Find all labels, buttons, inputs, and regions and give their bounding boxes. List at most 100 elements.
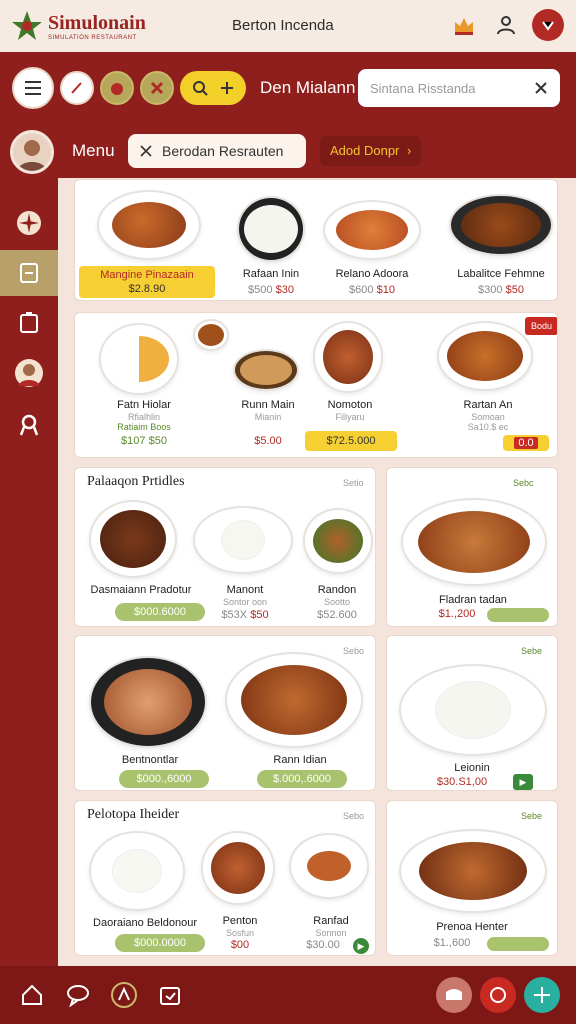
- home-icon[interactable]: [16, 979, 48, 1011]
- dish-price: $1.,600: [433, 937, 471, 949]
- dish-name: Randon: [317, 584, 357, 596]
- price-pill[interactable]: $000.0000: [115, 934, 205, 952]
- accent-chip-label: Adod Donpr: [330, 143, 400, 158]
- dish-image: [289, 833, 369, 899]
- cancel-icon[interactable]: [140, 71, 174, 105]
- user-icon[interactable]: [490, 9, 522, 41]
- section-more-link[interactable]: Sebc: [513, 478, 534, 488]
- dish-image: [89, 500, 177, 578]
- target-icon[interactable]: [480, 977, 516, 1013]
- page-title: Berton Incenda: [232, 17, 334, 34]
- price-pill[interactable]: $.000,.6000: [257, 770, 347, 788]
- sidebar-item-explore[interactable]: [0, 200, 58, 246]
- play-icon[interactable]: ▶: [513, 774, 533, 790]
- price-pill[interactable]: [487, 608, 549, 622]
- dish-image: [449, 194, 553, 256]
- content-area: Mangine Pinazaain $2.8.90 Rafaan Inin $5…: [58, 178, 576, 966]
- logo-name: Simulonain: [48, 11, 146, 34]
- featured-card[interactable]: Mangine Pinazaain $2.8.90 Rafaan Inin $5…: [74, 179, 558, 301]
- section-more-link[interactable]: Sebe: [521, 811, 542, 821]
- location-icon[interactable]: [108, 979, 140, 1011]
- dish-subtitle: Sontor oon: [222, 597, 268, 607]
- side-card[interactable]: Sebe Prenoa Henter $1.,600: [386, 800, 558, 956]
- close-icon[interactable]: [532, 9, 564, 41]
- crown-icon[interactable]: [448, 9, 480, 41]
- dish-image: [399, 664, 547, 756]
- sidebar-item-menu[interactable]: [0, 250, 58, 296]
- price-pill[interactable]: 0.0: [503, 435, 549, 451]
- dish-name: Nomoton: [327, 399, 373, 411]
- menu-label: Menu: [72, 141, 115, 160]
- dish-price: $5.00: [254, 435, 282, 447]
- filter-chip[interactable]: Berodan Resrauten: [128, 134, 306, 168]
- side-card[interactable]: Sebc Fladran tadan $1.,200: [386, 467, 558, 627]
- section-card[interactable]: Sebo Bentnontlar $000.,6000 Rann Idian $…: [74, 635, 376, 791]
- sparkle-icon[interactable]: [524, 977, 560, 1013]
- avatar[interactable]: [10, 130, 54, 174]
- side-card[interactable]: Sebe Leionin $30.S1,00 ▶: [386, 635, 558, 791]
- dish-image: [89, 831, 185, 911]
- plus-icon: [220, 82, 233, 94]
- toolbar-label: Den Mialann: [260, 78, 356, 97]
- chevron-right-icon: ›: [407, 143, 412, 158]
- dish-price: $107 $50: [121, 435, 167, 447]
- toolbar: Den Mialann Sintana Risstanda: [0, 52, 576, 124]
- logo-subtitle: SIMULATION RESTAURANT: [48, 34, 137, 41]
- dish-name: Fatn Hiolar: [117, 399, 171, 411]
- edit-icon[interactable]: [60, 71, 94, 105]
- close-icon[interactable]: [140, 145, 152, 157]
- clipboard-icon: [20, 312, 38, 333]
- dish-name: Labalitce Fehmne: [457, 268, 545, 280]
- dish-name: Prenoa Henter: [436, 921, 508, 933]
- search-add-button[interactable]: [180, 71, 246, 105]
- dish-subtitle: Mianin: [254, 412, 282, 422]
- section-card[interactable]: Palaaqon Prtidles Setio Dasmaiann Pradot…: [74, 467, 376, 627]
- search-icon: [192, 81, 208, 96]
- section-card[interactable]: Pelotopa Iheider Sebo Daoraiano Beldonou…: [74, 800, 376, 956]
- featured-item-pill[interactable]: Mangine Pinazaain $2.8.90: [79, 266, 215, 298]
- play-icon[interactable]: ▶: [353, 938, 369, 954]
- sidebar-item-settings[interactable]: [0, 402, 58, 448]
- person-avatar-icon: [15, 359, 43, 387]
- bag-icon[interactable]: [154, 979, 186, 1011]
- dish-name: Ranfad: [313, 915, 349, 927]
- hamburger-menu-button[interactable]: [12, 67, 54, 109]
- game-icon[interactable]: [436, 977, 472, 1013]
- bottom-bar: [0, 966, 576, 1024]
- section-more-link[interactable]: Sebo: [343, 811, 364, 821]
- sidebar-item-profile[interactable]: [0, 350, 58, 396]
- clear-search-icon[interactable]: [534, 81, 548, 95]
- section-more-link[interactable]: Sebe: [521, 646, 542, 656]
- dish-price: 0.0: [514, 437, 538, 449]
- sidebar: [0, 124, 58, 966]
- dish-subtitle: Ratiaim Boos: [117, 422, 171, 432]
- dish-price: $500 $30: [248, 284, 294, 296]
- search-placeholder: Sintana Risstanda: [370, 80, 476, 96]
- sidebar-item-orders[interactable]: [0, 300, 58, 346]
- dish-image: [193, 506, 293, 574]
- accent-chip[interactable]: Adod Donpr ›: [320, 136, 422, 166]
- dish-image: [225, 652, 363, 748]
- section-more-link[interactable]: Setio: [343, 478, 364, 488]
- price-pill[interactable]: $000.6000: [115, 603, 205, 621]
- dish-name: Daoraiano Beldonour: [93, 917, 197, 929]
- combos-card[interactable]: Bodu Fatn Hiolar Rfialhlin Ratiaim Boos …: [74, 312, 558, 458]
- dish-price: $53X $50: [221, 609, 269, 621]
- dish-image: [233, 349, 299, 391]
- dish-subtitle: Sosfun: [225, 928, 255, 938]
- dish-name: Rafaan Inin: [242, 268, 300, 280]
- apple-icon[interactable]: [100, 71, 134, 105]
- dish-image: [201, 831, 275, 905]
- price-pill[interactable]: $72.5.000: [305, 431, 397, 451]
- dish-name: Bentnontlar: [121, 754, 179, 766]
- logo[interactable]: Simulonain SIMULATION RESTAURANT: [10, 9, 210, 43]
- chat-icon[interactable]: [62, 979, 94, 1011]
- price-pill[interactable]: $000.,6000: [119, 770, 209, 788]
- dish-image: [303, 508, 373, 574]
- dish-image: [193, 319, 229, 351]
- dish-image: [399, 829, 547, 913]
- search-input[interactable]: Sintana Risstanda: [358, 69, 560, 107]
- dish-image: [323, 200, 421, 260]
- dish-price: $00: [230, 939, 250, 951]
- price-pill[interactable]: [487, 937, 549, 951]
